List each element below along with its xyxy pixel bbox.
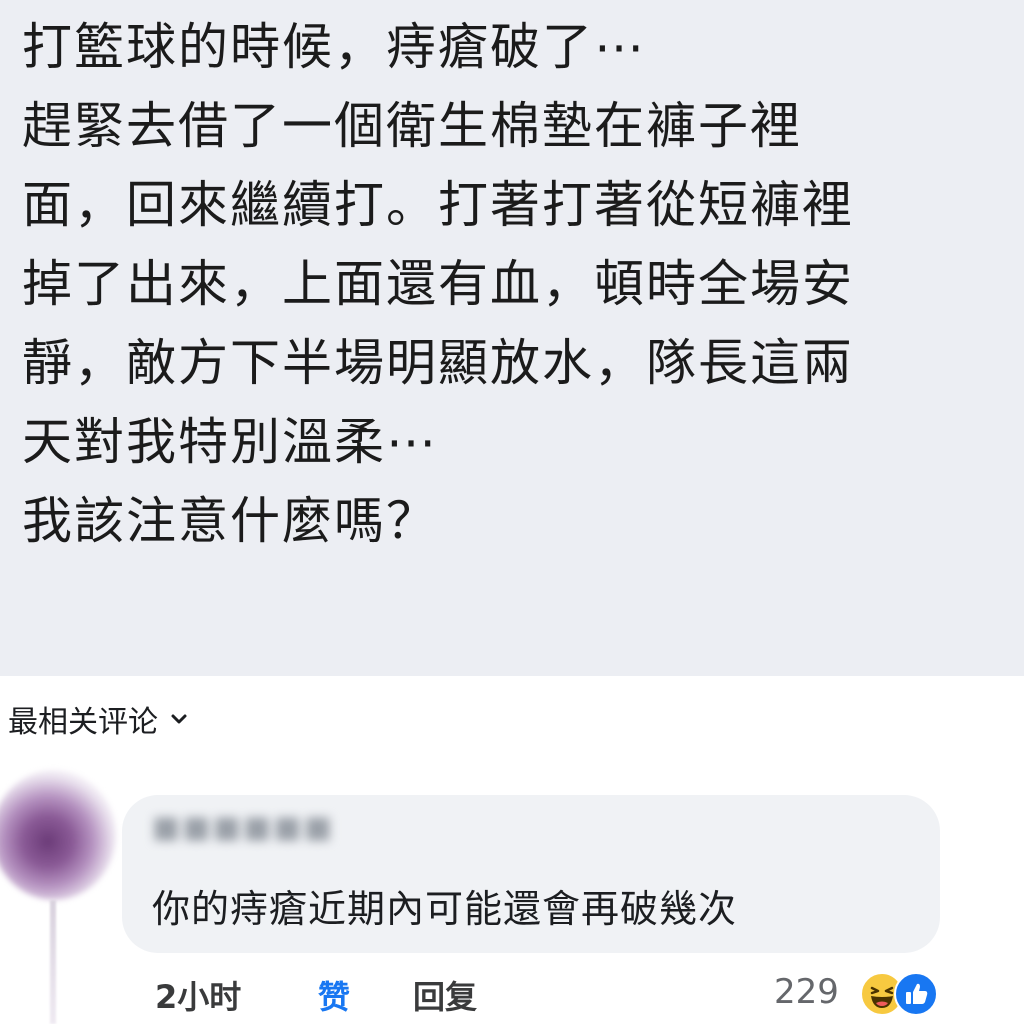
chevron-down-icon — [171, 714, 187, 724]
thread-line — [50, 900, 56, 1024]
commenter-name-blurred[interactable]: ■■■■■■ — [152, 810, 332, 860]
post-line: 掉了出來，上面還有血，頓時全場安 — [22, 255, 854, 313]
reaction-count[interactable]: 229 — [774, 972, 839, 1012]
avatar[interactable] — [0, 770, 116, 900]
comment-sort-label: 最相关评论 — [8, 705, 158, 740]
comment-sort-dropdown[interactable]: 最相关评论 — [8, 697, 188, 741]
comment-timestamp[interactable]: 2小时 — [155, 972, 241, 1018]
post-line: 面，回來繼續打。打著打著從短褲裡 — [22, 176, 854, 234]
post-line: 趕緊去借了一個衛生棉墊在褲子裡 — [22, 97, 802, 155]
post-line: 靜，敵方下半場明顯放水，隊長這兩 — [22, 334, 854, 392]
post-panel: 打籃球的時候，痔瘡破了⋯ 趕緊去借了一個衛生棉墊在褲子裡 面，回來繼續打。打著打… — [0, 0, 1024, 676]
reaction-icons[interactable] — [860, 970, 944, 1016]
comment-text: 你的痔瘡近期內可能還會再破幾次 — [152, 887, 738, 931]
like-icon — [894, 972, 938, 1016]
post-text: 打籃球的時候，痔瘡破了⋯ 趕緊去借了一個衛生棉墊在褲子裡 面，回來繼續打。打著打… — [22, 8, 1012, 561]
like-button[interactable]: 赞 — [318, 972, 350, 1018]
post-line: 我該注意什麼嗎？ — [22, 492, 438, 550]
post-line: 打籃球的時候，痔瘡破了⋯ — [22, 18, 646, 76]
post-line: 天對我特別溫柔⋯ — [22, 413, 438, 471]
reply-button[interactable]: 回复 — [413, 972, 477, 1018]
